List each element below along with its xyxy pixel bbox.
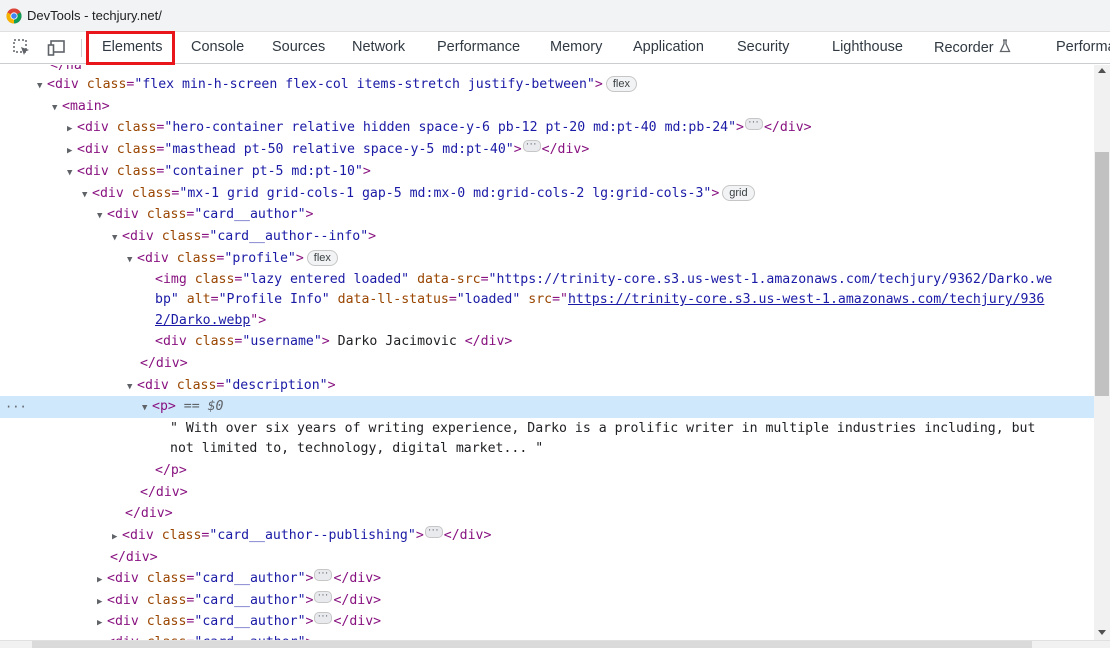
dom-node-flex-div[interactable]: ▼ <div class="flex min-h-screen flex-col … [0, 74, 1094, 96]
ellipsis-button[interactable] [314, 562, 333, 584]
expand-triangle-icon[interactable]: ▶ [97, 591, 107, 613]
tab-recorder-label: Recorder [934, 40, 994, 56]
device-toolbar-icon[interactable] [47, 38, 67, 58]
dom-node-card-author-4[interactable]: ▶<div class="card__author"></div> [0, 605, 1094, 634]
collapse-triangle-icon[interactable]: ▼ [127, 249, 137, 271]
more-actions-icon[interactable]: ··· [5, 396, 27, 418]
dom-node-description[interactable]: ▼ <div class="description"> [0, 375, 1094, 397]
dom-node-img-cont2[interactable]: 2/Darko.webp"> [0, 310, 1094, 332]
scroll-down-arrow-icon[interactable] [1098, 630, 1106, 635]
horizontal-scrollbar-thumb[interactable] [32, 641, 1032, 648]
tab-recorder[interactable]: Recorder [934, 39, 1011, 56]
experiment-flask-icon [999, 39, 1011, 53]
collapse-triangle-icon[interactable]: ▼ [142, 397, 152, 419]
ellipsis-button[interactable] [744, 111, 763, 133]
dom-tree: </ha ▼ <div class="flex min-h-screen flex… [0, 65, 1094, 640]
collapse-triangle-icon[interactable]: ▼ [112, 227, 122, 249]
img-src-link-cont[interactable]: 2/Darko.webp [155, 313, 250, 328]
dom-node-username[interactable]: <div class="username"> Darko Jacimovic <… [0, 331, 1094, 353]
tab-network[interactable]: Network [352, 39, 405, 55]
collapse-triangle-icon[interactable]: ▼ [82, 184, 92, 206]
ellipsis-button[interactable] [522, 133, 541, 155]
tab-security[interactable]: Security [737, 39, 789, 55]
dom-node-img[interactable]: <img class="lazy entered loaded" data-sr… [0, 269, 1094, 291]
ellipsis-button[interactable] [314, 584, 333, 606]
title-bar: DevTools - techjury.net/ [0, 0, 1110, 32]
img-src-link[interactable]: https://trinity-core.s3.us-west-1.amazon… [568, 292, 1044, 307]
collapse-triangle-icon[interactable]: ▼ [67, 162, 77, 184]
flex-badge[interactable]: flex [605, 76, 637, 92]
grid-badge[interactable]: grid [722, 185, 755, 201]
dom-node-grid[interactable]: ▼ <div class="mx-1 grid grid-cols-1 gap-5… [0, 183, 1094, 205]
collapse-triangle-icon[interactable]: ▼ [97, 205, 107, 227]
dom-node-card-author-5[interactable]: ▶<div class="card__author"> [0, 632, 1094, 640]
dom-node-info-close[interactable]: </div> [0, 503, 1094, 525]
collapse-triangle-icon[interactable]: ▼ [127, 376, 137, 398]
window-title: DevTools - techjury.net/ [27, 8, 162, 23]
inspect-element-icon[interactable] [12, 38, 32, 58]
tab-sources[interactable]: Sources [272, 39, 325, 55]
dom-node-main[interactable]: ▼ <main> [0, 96, 1094, 118]
dom-node-p-selected[interactable]: ··· ▼ <p> == $0 [0, 396, 1094, 418]
tab-performance-insights[interactable]: Performa [1056, 39, 1110, 55]
dom-node-text[interactable]: " With over six years of writing experie… [0, 418, 1094, 440]
dom-node-publishing[interactable]: ▶<div class="card__author--publishing"><… [0, 519, 1094, 548]
dom-node-description-close[interactable]: </div> [0, 482, 1094, 504]
collapse-triangle-icon[interactable]: ▼ [37, 75, 47, 97]
dom-node-card-close[interactable]: </div> [0, 547, 1094, 569]
ellipsis-button[interactable] [314, 605, 333, 627]
tab-lighthouse[interactable]: Lighthouse [832, 39, 903, 55]
expand-triangle-icon[interactable]: ▶ [97, 633, 107, 640]
vertical-scrollbar-thumb[interactable] [1095, 152, 1109, 396]
flex-badge[interactable]: flex [306, 250, 338, 266]
elements-tab-highlight [86, 31, 175, 65]
dom-node-card-author-3[interactable]: ▶<div class="card__author"></div> [0, 584, 1094, 613]
collapse-triangle-icon[interactable]: ▼ [52, 97, 62, 119]
dom-node-card-author[interactable]: ▼ <div class="card__author"> [0, 204, 1094, 226]
expand-triangle-icon[interactable]: ▶ [112, 526, 122, 548]
expand-triangle-icon[interactable]: ▶ [97, 612, 107, 634]
dom-node-img-cont[interactable]: bp" alt="Profile Info" data-ll-status="l… [0, 289, 1094, 311]
expand-triangle-icon[interactable]: ▶ [97, 569, 107, 591]
tab-console[interactable]: Console [191, 39, 244, 55]
expand-triangle-icon[interactable]: ▶ [67, 118, 77, 140]
scroll-up-arrow-icon[interactable] [1098, 68, 1106, 73]
dom-node-profile-close[interactable]: </div> [0, 353, 1094, 375]
toolbar-separator [81, 39, 82, 57]
dom-node-profile[interactable]: ▼ <div class="profile"> flex [0, 248, 1094, 270]
tab-application[interactable]: Application [633, 39, 704, 55]
tab-performance[interactable]: Performance [437, 39, 520, 55]
dom-node-card-author-info[interactable]: ▼ <div class="card__author--info"> [0, 226, 1094, 248]
chrome-logo-icon [6, 8, 22, 24]
dom-node-hero[interactable]: ▶ <div class="hero-container relative hid… [0, 111, 1094, 140]
dom-node-masthead[interactable]: ▶ <div class="masthead pt-50 relative spa… [0, 133, 1094, 162]
ellipsis-button[interactable] [424, 519, 443, 541]
expand-triangle-icon[interactable]: ▶ [67, 140, 77, 162]
dom-node-text-cont[interactable]: not limited to, technology, digital mark… [0, 438, 1094, 460]
tab-memory[interactable]: Memory [550, 39, 602, 55]
dom-node-p-close[interactable]: </p> [0, 460, 1094, 482]
dom-node-container[interactable]: ▼ <div class="container pt-5 md:pt-10"> [0, 161, 1094, 183]
dom-node-card-author-2[interactable]: ▶<div class="card__author"></div> [0, 562, 1094, 591]
